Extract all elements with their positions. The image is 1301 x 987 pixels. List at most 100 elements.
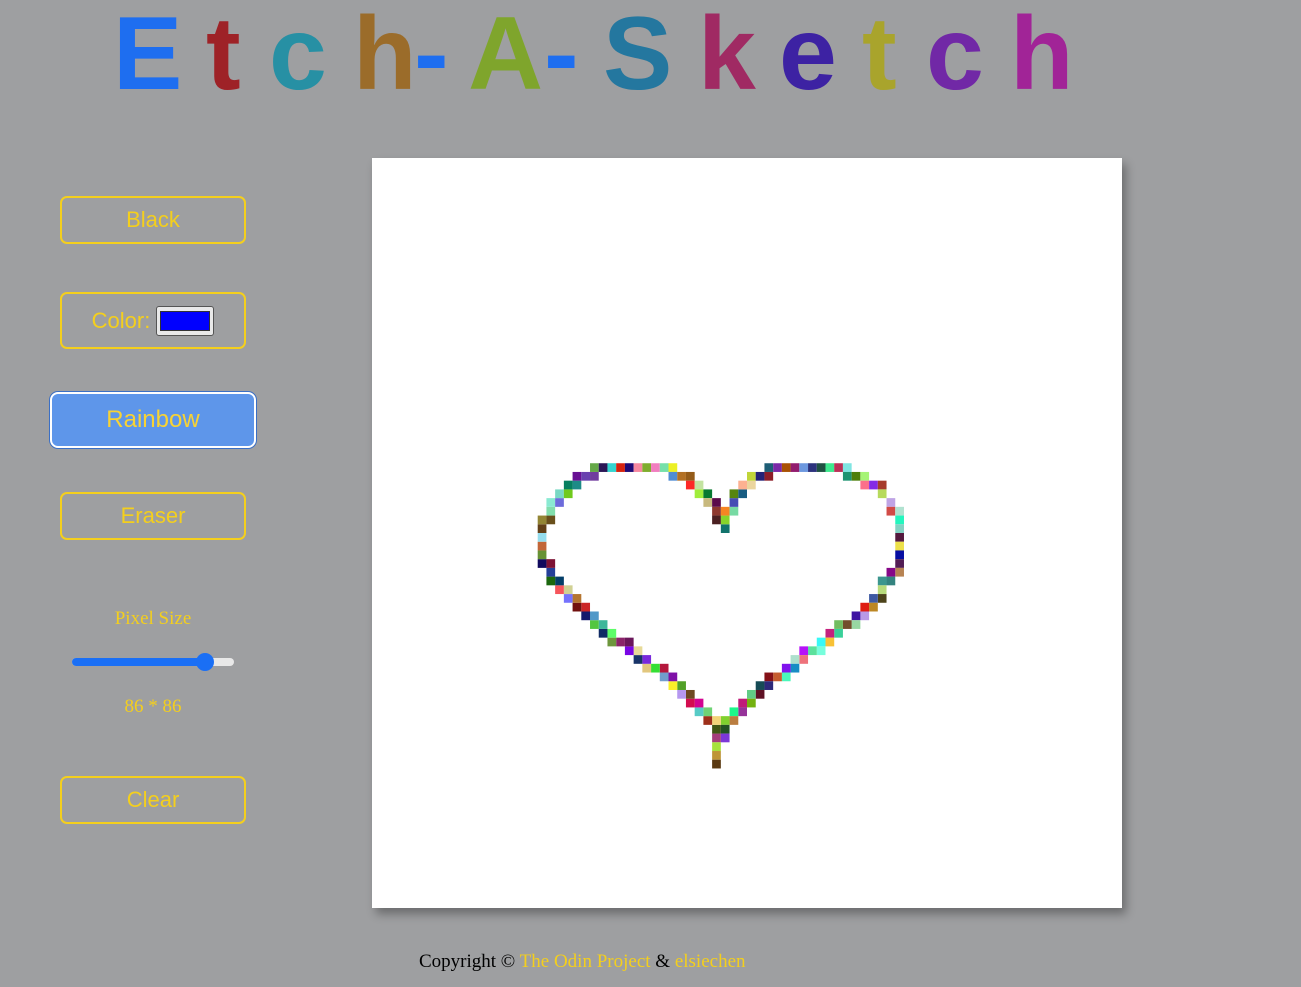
painted-cell	[764, 471, 774, 481]
copyright-text: Copyright ©	[419, 951, 516, 972]
title-letter: c	[269, 0, 327, 112]
title-letter: h	[353, 0, 417, 112]
painted-cell	[825, 463, 835, 472]
painted-cell	[563, 585, 573, 595]
painted-cell	[694, 489, 704, 499]
painted-cell	[886, 567, 896, 577]
sketch-grid[interactable]	[372, 158, 1122, 908]
painted-cell	[581, 602, 591, 612]
painted-cell	[590, 611, 599, 621]
painted-cell	[764, 681, 774, 690]
painted-cell	[590, 620, 599, 629]
painted-cell	[834, 463, 843, 472]
painted-cell	[860, 471, 870, 481]
odin-project-link[interactable]: The Odin Project	[520, 951, 651, 972]
painted-cell	[869, 480, 878, 490]
painted-cell	[633, 646, 643, 656]
painted-cell	[651, 663, 660, 673]
painted-cell	[720, 724, 730, 734]
painted-cell	[572, 471, 582, 481]
painted-cell	[869, 594, 878, 603]
painted-cell	[886, 576, 896, 586]
painted-cell	[712, 716, 721, 725]
painted-cell	[747, 698, 756, 708]
painted-cell	[764, 672, 774, 682]
painted-cell	[712, 733, 721, 743]
painted-cell	[677, 689, 686, 699]
pixel-size-label: Pixel Size	[114, 608, 192, 629]
painted-cell	[642, 655, 652, 664]
painted-cell	[572, 480, 582, 490]
painted-cell	[773, 672, 782, 682]
painted-cell	[895, 515, 904, 525]
painted-cell	[764, 463, 774, 472]
painted-cell	[747, 471, 756, 481]
painted-cell	[842, 471, 852, 481]
painted-cell	[781, 463, 791, 472]
painted-cell	[703, 716, 713, 725]
painted-cell	[729, 707, 739, 717]
painted-cell	[685, 698, 695, 708]
painted-cell	[555, 576, 564, 586]
color-button[interactable]: Color:	[60, 292, 246, 349]
painted-cell	[799, 646, 809, 656]
painted-cell	[755, 681, 765, 690]
eraser-button[interactable]: Eraser	[60, 492, 246, 540]
painted-cell	[738, 480, 747, 490]
painted-cell	[668, 471, 678, 481]
painted-cell	[816, 463, 826, 472]
painted-cell	[790, 463, 800, 472]
painted-cell	[607, 628, 617, 638]
color-picker[interactable]	[156, 305, 215, 336]
rainbow-button[interactable]: Rainbow	[50, 392, 256, 448]
author-link[interactable]: elsiechen	[675, 951, 746, 972]
painted-cell	[729, 716, 739, 725]
painted-cell	[598, 628, 608, 638]
slider-thumb[interactable]	[195, 653, 214, 671]
painted-cell	[633, 655, 643, 664]
painted-cell	[895, 559, 904, 568]
painted-cell	[712, 751, 721, 760]
painted-cell	[825, 628, 835, 638]
painted-cell	[546, 506, 556, 516]
painted-cell	[546, 576, 556, 586]
painted-cell	[877, 585, 887, 595]
painted-cell	[747, 689, 756, 699]
painted-cell	[790, 655, 800, 664]
painted-cell	[834, 628, 843, 638]
app-title: E t c h - A - S k e t c h	[0, 0, 1301, 114]
title-letter: k	[698, 0, 756, 112]
painted-cell	[790, 663, 800, 673]
painted-cell	[694, 707, 704, 717]
painted-cell	[860, 611, 870, 621]
painted-cell	[738, 698, 747, 708]
painted-cell	[808, 646, 817, 656]
footer: Copyright © The Odin Project & elsiechen	[419, 951, 746, 973]
painted-cell	[659, 663, 669, 673]
painted-cell	[895, 524, 904, 533]
painted-cell	[877, 480, 887, 490]
painted-cell	[694, 480, 704, 490]
title-letter: E	[113, 0, 183, 112]
painted-cell	[668, 681, 678, 690]
title-letter: A	[468, 0, 544, 112]
painted-cell	[729, 506, 739, 516]
painted-cell	[799, 655, 809, 664]
painted-cell	[842, 463, 852, 472]
painted-cell	[563, 480, 573, 490]
pixel-size-slider[interactable]	[72, 653, 234, 671]
painted-cell	[546, 559, 556, 568]
painted-cell	[590, 463, 599, 472]
painted-cell	[703, 489, 713, 499]
painted-cell	[616, 463, 625, 472]
painted-cell	[572, 594, 582, 603]
painted-cell	[685, 689, 695, 699]
black-button[interactable]: Black	[60, 196, 246, 244]
painted-cell	[677, 471, 686, 481]
clear-button[interactable]: Clear	[60, 776, 246, 824]
painted-cell	[712, 742, 721, 752]
painted-cell	[842, 620, 852, 629]
painted-cell	[537, 559, 547, 568]
painted-cell	[712, 759, 721, 769]
painted-cell	[729, 489, 739, 499]
